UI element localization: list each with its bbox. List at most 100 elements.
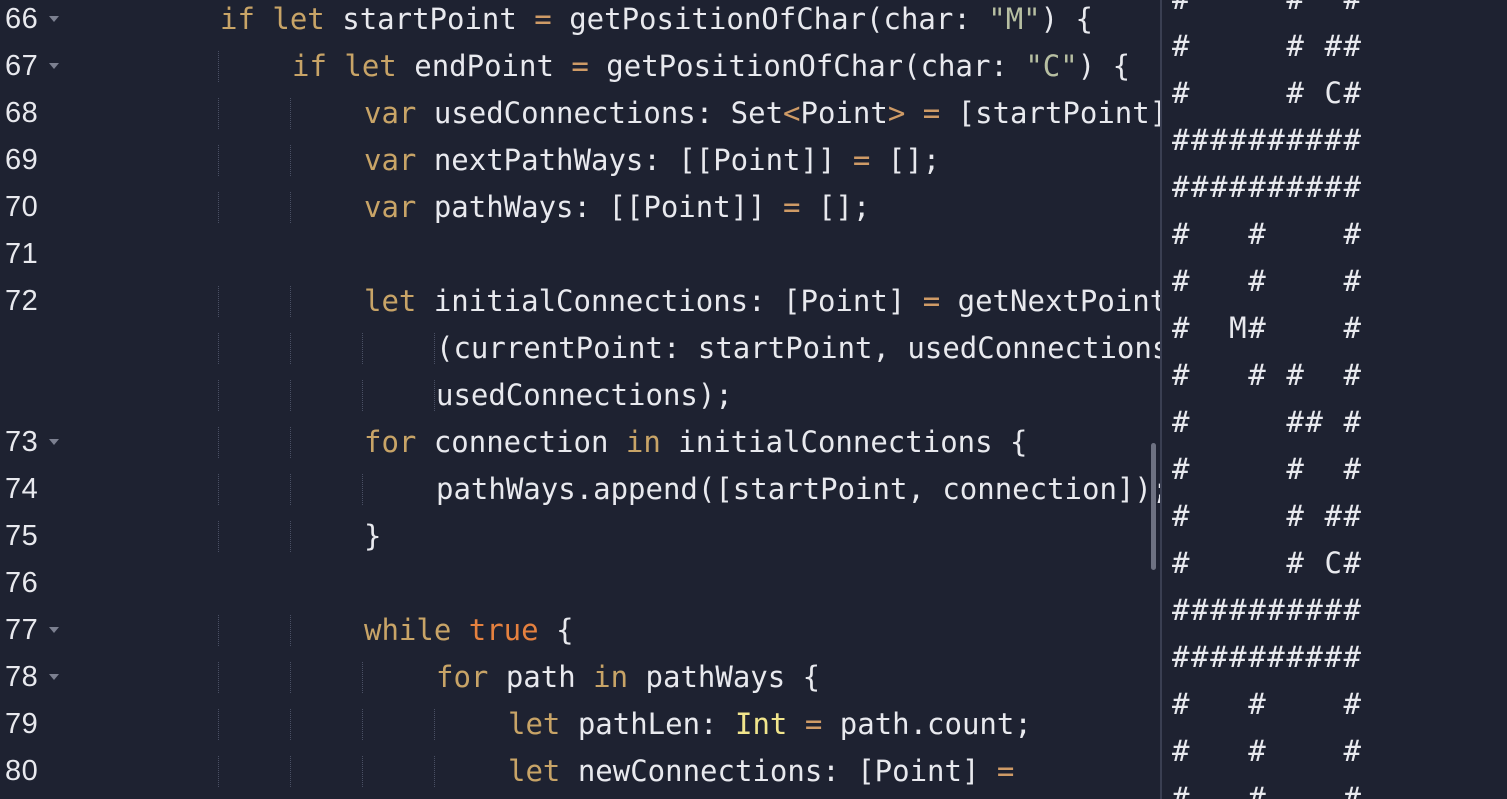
code-token: path.count; (839, 707, 1032, 741)
indent-guide (362, 333, 363, 364)
indent-guide (290, 286, 291, 317)
code-line[interactable]: while true { (0, 607, 1160, 654)
indent-guide (218, 521, 219, 552)
code-line[interactable]: let initialConnections: [Point] = getNex… (0, 278, 1160, 325)
indent-guide (362, 380, 363, 411)
code-token: Point (800, 96, 888, 130)
code-token: = (922, 284, 958, 318)
indent-guide (434, 333, 435, 364)
console-output: # # # # # ## # # C# ########## ########## # #… (1162, 0, 1507, 799)
console-line: # M# # (1172, 311, 1363, 345)
code-editor[interactable]: 66 if let startPoint = getPositionOfChar(… (0, 0, 1160, 799)
code-content: let initialConnections: [Point] = getNex… (364, 278, 1160, 325)
console-line: ########## (1172, 593, 1363, 627)
code-token: let (272, 2, 343, 36)
code-token: newConnections: [Point] (577, 754, 997, 788)
code-line[interactable]: var usedConnections: Set<Point> = [start… (0, 90, 1160, 137)
indent-guide (218, 51, 219, 82)
indent-guide (218, 286, 219, 317)
console-line: # # # (1172, 734, 1363, 768)
indent-guide (434, 380, 435, 411)
code-line[interactable]: } (0, 513, 1160, 560)
console-line: # # # (1172, 217, 1363, 251)
console-line: # # # (1172, 452, 1363, 486)
code-token: initialConnections { (678, 425, 1028, 459)
code-token: = (804, 707, 840, 741)
code-token: let (364, 284, 434, 318)
code-token: "M" (988, 2, 1041, 36)
code-line[interactable]: (currentPoint: startPoint, usedConnectio… (0, 325, 1160, 372)
code-token: in (625, 425, 679, 459)
indent-guide (218, 145, 219, 176)
code-line[interactable] (0, 560, 1160, 607)
code-token: endPoint (414, 49, 572, 83)
code-content: if let startPoint = getPositionOfChar(ch… (220, 0, 1093, 43)
code-line[interactable]: for connection in initialConnections { (0, 419, 1160, 466)
console-line: # # ## (1172, 29, 1363, 63)
indent-guide (218, 98, 219, 129)
indent-guide (434, 709, 435, 740)
code-token: connection (433, 425, 626, 459)
code-token: < (783, 96, 801, 130)
code-line[interactable]: var nextPathWays: [[Point]] = []; (0, 137, 1160, 184)
code-token: while (364, 613, 469, 647)
code-content: for connection in initialConnections { (364, 419, 1028, 466)
code-token: = (534, 2, 570, 36)
code-content: } (364, 513, 381, 560)
console-line: # # # # (1172, 358, 1363, 392)
indent-guide (290, 756, 291, 787)
indent-guide (218, 662, 219, 693)
code-line[interactable]: var pathWays: [[Point]] = []; (0, 184, 1160, 231)
code-line[interactable]: if let startPoint = getPositionOfChar(ch… (0, 0, 1160, 43)
code-content: if let endPoint = getPositionOfChar(char… (292, 43, 1130, 90)
indent-guide (290, 98, 291, 129)
code-content: pathWays.append([startPoint, connection]… (436, 466, 1160, 513)
code-token: in (593, 660, 646, 694)
code-token: pathWays.append([startPoint, connection]… (436, 472, 1160, 506)
code-token: usedConnections: Set (433, 96, 784, 130)
code-content: usedConnections); (436, 372, 733, 419)
code-token: "C" (1025, 49, 1078, 83)
code-token: let (508, 707, 578, 741)
editor-scrollbar[interactable] (1151, 443, 1156, 570)
code-line[interactable]: let pathLen: Int = path.count; (0, 701, 1160, 748)
code-token: var (364, 143, 434, 177)
code-token: [startPoint]; (957, 96, 1160, 130)
code-token: = (922, 96, 958, 130)
indent-guide (290, 380, 291, 411)
console-line: # # # (1172, 781, 1363, 799)
code-token: = (852, 143, 888, 177)
code-token: nextPathWays: [[Point]] (433, 143, 853, 177)
code-token: getNextPoints (957, 284, 1160, 318)
code-token: let (344, 49, 415, 83)
indent-guide (290, 427, 291, 458)
code-token: = (996, 754, 1015, 788)
indent-guide (290, 521, 291, 552)
code-line[interactable] (0, 231, 1160, 278)
console-line: ########## (1172, 640, 1363, 674)
console-line: # ## # (1172, 405, 1363, 439)
indent-guide (290, 662, 291, 693)
console-line: # # # (1172, 0, 1363, 23)
code-token: > (887, 96, 923, 130)
code-token: true (468, 613, 557, 647)
indent-guide (218, 380, 219, 411)
indent-guide (362, 662, 363, 693)
code-line[interactable]: for path in pathWays { (0, 654, 1160, 701)
code-token: startPoint (342, 2, 535, 36)
indent-guide (218, 192, 219, 223)
code-token: let (508, 754, 578, 788)
code-line[interactable]: usedConnections); (0, 372, 1160, 419)
console-line: # # C# (1172, 76, 1363, 110)
code-line[interactable]: let newConnections: [Point] = (0, 748, 1160, 795)
console-line: ########## (1172, 123, 1363, 157)
code-token: pathWays { (645, 660, 821, 694)
code-line[interactable]: pathWays.append([startPoint, connection]… (0, 466, 1160, 513)
code-content: var usedConnections: Set<Point> = [start… (364, 90, 1160, 137)
indent-guide (218, 756, 219, 787)
indent-guide (218, 333, 219, 364)
code-line[interactable]: if let endPoint = getPositionOfChar(char… (0, 43, 1160, 90)
console-line: ########## (1172, 170, 1363, 204)
code-token: pathLen: (577, 707, 735, 741)
indent-guide (290, 333, 291, 364)
